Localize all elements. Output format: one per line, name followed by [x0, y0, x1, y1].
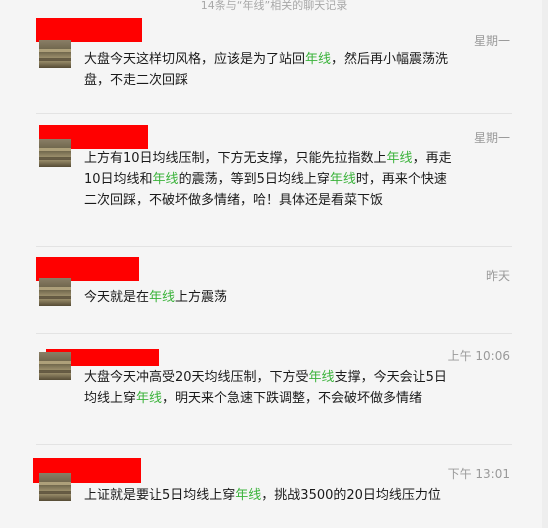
- avatar[interactable]: [39, 278, 71, 306]
- message-time: 昨天: [485, 269, 510, 283]
- avatar[interactable]: [39, 139, 71, 167]
- message-text-segment: 的震荡，等到5日均线上穿: [178, 172, 330, 187]
- message-time: 星期一: [473, 34, 510, 48]
- avatar[interactable]: [39, 352, 71, 380]
- message-text: 上方有10日均线压制，下方无支撑，只能先拉指数上年线，再走10日均线和年线的震荡…: [84, 148, 454, 211]
- keyword-highlight: 年线: [152, 172, 179, 187]
- message-text: 上证就是要让5日均线上穿年线，挑战3500的20日均线压力位: [84, 485, 454, 506]
- divider: [36, 333, 512, 334]
- divider: [36, 113, 512, 114]
- message-text-segment: 上证就是要让5日均线上穿: [84, 488, 236, 503]
- search-result-header: 14条与“年线”相关的聊天记录: [200, 0, 348, 12]
- keyword-highlight: 年线: [305, 52, 332, 67]
- keyword-highlight: 年线: [308, 370, 335, 385]
- avatar[interactable]: [39, 40, 71, 68]
- message-text-segment: 大盘今天这样切风格，应该是为了站回: [84, 52, 306, 67]
- keyword-highlight: 年线: [235, 488, 262, 503]
- keyword-highlight: 年线: [329, 172, 356, 187]
- divider: [36, 444, 512, 445]
- divider: [36, 246, 512, 247]
- avatar[interactable]: [39, 473, 71, 501]
- message-text-segment: ，明天来个急速下跌调整，不会破坏做多情绪: [162, 391, 423, 406]
- message-text: 大盘今天冲高受20天均线压制，下方受年线支撑，今天会让5日均线上穿年线，明天来个…: [84, 367, 454, 409]
- keyword-highlight: 年线: [149, 290, 176, 305]
- message-text-segment: 大盘今天冲高受20天均线压制，下方受: [84, 370, 309, 385]
- message-time: 下午 13:01: [447, 467, 510, 481]
- redacted-sender-name: [36, 18, 142, 42]
- message-text-segment: ，挑战3500的20日均线压力位: [261, 488, 441, 503]
- scrollbar[interactable]: [542, 0, 548, 528]
- message-text: 今天就是在年线上方震荡: [84, 287, 454, 308]
- message-text-segment: 上方震荡: [175, 290, 228, 305]
- message-text-segment: 今天就是在: [84, 290, 150, 305]
- message-text: 大盘今天这样切风格，应该是为了站回年线，然后再小幅震荡洗盘，不走二次回踩: [84, 49, 454, 91]
- message-time: 星期一: [473, 131, 510, 145]
- message-text-segment: 上方有10日均线压制，下方无支撑，只能先拉指数上: [84, 151, 387, 166]
- message-time: 上午 10:06: [447, 349, 510, 363]
- keyword-highlight: 年线: [386, 151, 413, 166]
- keyword-highlight: 年线: [136, 391, 163, 406]
